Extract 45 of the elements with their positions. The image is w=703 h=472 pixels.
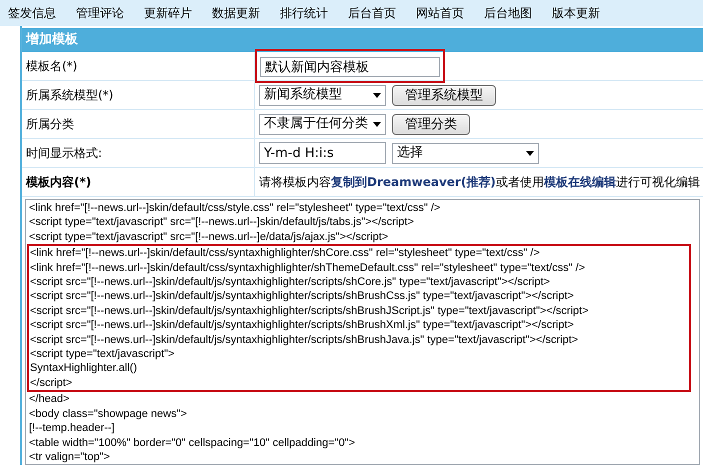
field-label: 所属系统模型(*)	[22, 81, 255, 109]
manage-button[interactable]: 管理分类	[392, 114, 470, 134]
field-label: 时间显示格式:	[22, 139, 255, 167]
nav-link[interactable]: 后台首页	[348, 4, 396, 22]
dropdown-caret-icon	[373, 122, 381, 126]
nav-link[interactable]: 版本更新	[552, 4, 600, 22]
code-line: </script>	[30, 376, 74, 390]
dropdown-select[interactable]: 不隶属于任何分类	[259, 114, 386, 134]
code-line: <link href="[!--news.url--]skin/default/css/style.css" rel="stylesheet" type="text/css" />	[29, 201, 442, 216]
template-code-textarea[interactable]	[25, 199, 700, 466]
code-line: <script type="text/javascript">	[30, 347, 176, 362]
field-label: 模板内容(*)	[22, 168, 255, 196]
code-line: <tr valign="top">	[29, 450, 111, 464]
field-label: 所属分类	[22, 110, 255, 138]
nav-link[interactable]: 排行统计	[280, 4, 328, 22]
code-line: <script type="text/javascript" src="[!--news.url--]e/data/js/ajax.js"></script>	[29, 230, 390, 244]
code-line: <script src="[!--news.url--]skin/default/js/syntaxhighlighter/scripts/shBrushJScript.js" type="text/javascript"></script>	[30, 304, 590, 318]
template-name-field[interactable]: 默认新闻内容模板	[260, 57, 440, 77]
field-label: 模板名(*)	[22, 52, 255, 80]
dropdown-caret-icon	[373, 92, 381, 98]
code-line: <table width="100%" border="0" cellspacing="10" cellpadding="0">	[29, 436, 356, 450]
code-line: <link href="[!--news.url--]skin/default/css/syntaxhighlighter/shCore.css" rel="stylesheet" type="text/css" />	[30, 246, 541, 261]
code-line: <body class="showpage news">	[29, 406, 188, 422]
nav-link[interactable]: 更新碎片	[144, 4, 192, 22]
time-format-field[interactable]: Y-m-d H:i:s	[259, 142, 386, 164]
manage-button[interactable]: 管理系统模型	[392, 84, 496, 106]
nav-link[interactable]: 管理评论	[76, 4, 124, 22]
nav-link[interactable]: 数据更新	[212, 4, 260, 22]
dropdown-caret-icon	[526, 150, 534, 156]
panel-title: 增加模板	[22, 28, 703, 52]
code-line: <script src="[!--news.url--]skin/default/js/syntaxhighlighter/scripts/shBrushCss.js" type="text/javascript"></script>	[30, 289, 575, 304]
code-line: <script src="[!--news.url--]skin/default/js/syntaxhighlighter/scripts/shBrushXml.js" type="text/javascript"></script>	[30, 318, 575, 333]
dropdown-select[interactable]: 新闻系统模型	[259, 84, 386, 106]
nav-link[interactable]: 网站首页	[416, 4, 464, 22]
nav-link[interactable]: 签发信息	[8, 4, 56, 22]
code-line: [!--temp.header--]	[29, 421, 116, 436]
dropdown-select[interactable]: 选择	[392, 142, 539, 164]
nav-link[interactable]: 后台地图	[484, 4, 532, 22]
code-line: <script src="[!--news.url--]skin/default/js/syntaxhighlighter/scripts/shCore.js" type="text/javascript"></script>	[30, 275, 551, 290]
code-line: </head>	[29, 392, 70, 407]
code-line: <link href="[!--news.url--]skin/default/css/syntaxhighlighter/shThemeDefault.css" rel="stylesheet" type="text/css" />	[30, 260, 586, 276]
code-line: SyntaxHighlighter.all()	[30, 361, 138, 376]
code-line: <script src="[!--news.url--]skin/default/js/syntaxhighlighter/scripts/shBrushJava.js" type="text/javascript"></script>	[30, 332, 580, 348]
code-line: <script type="text/javascript" src="[!--news.url--]skin/default/js/tabs.js"></script>	[29, 215, 415, 230]
editing-note: 请将模板内容复制到Dreamweaver(推荐)或者使用模板在线编辑进行可视化编辑	[258, 174, 700, 191]
